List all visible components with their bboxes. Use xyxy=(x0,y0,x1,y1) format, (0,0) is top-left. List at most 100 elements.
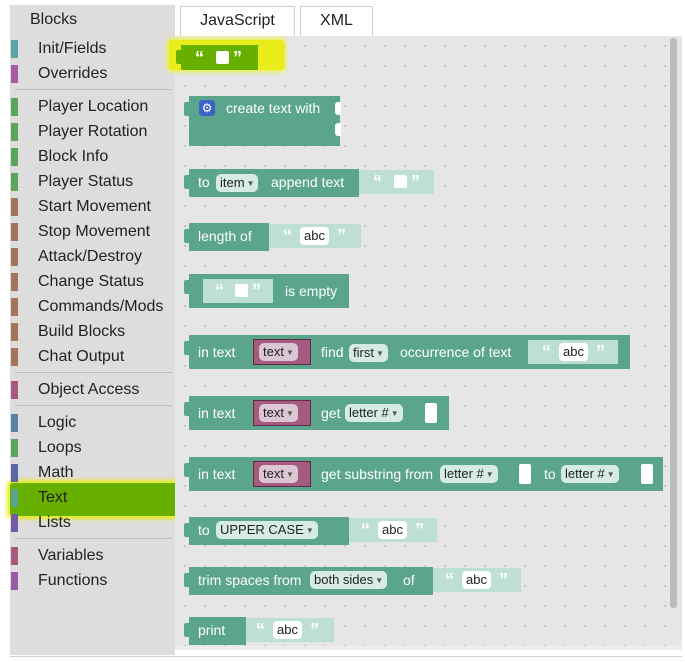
category-label: Block Info xyxy=(38,148,109,165)
letter-position-dropdown[interactable]: letter # ▼ xyxy=(345,404,403,422)
text-variable-block[interactable]: text ▼ xyxy=(253,461,311,487)
category-label: Commands/Mods xyxy=(38,298,164,315)
toolbox-category-build-blocks[interactable]: Build Blocks xyxy=(10,320,175,345)
toolbox-category-stop-movement[interactable]: Stop Movement xyxy=(10,220,175,245)
shadow-string-block[interactable]: “ abc ” xyxy=(528,340,618,364)
category-color-bar xyxy=(11,547,18,565)
category-label: Chat Output xyxy=(38,348,125,365)
toolbox-category-overrides[interactable]: Overrides xyxy=(10,62,175,87)
get-substring-block[interactable]: in text text ▼ get substring from letter … xyxy=(184,457,663,491)
toolbox-category-chat-output[interactable]: Chat Output xyxy=(10,345,175,370)
length-of-block[interactable]: length of xyxy=(184,223,269,251)
text-variable-block[interactable]: text ▼ xyxy=(253,339,311,365)
category-label: Stop Movement xyxy=(38,223,151,240)
toolbox-category-loops[interactable]: Loops xyxy=(10,436,175,461)
category-color-bar xyxy=(11,198,18,216)
shadow-string-block[interactable]: “ abc ” xyxy=(433,568,521,592)
toolbox-category-change-status[interactable]: Change Status xyxy=(10,270,175,295)
toolbox-separator xyxy=(15,89,172,90)
category-label: Functions xyxy=(38,572,108,589)
substring-from-dropdown[interactable]: letter # ▼ xyxy=(440,465,498,483)
category-label: Change Status xyxy=(38,273,144,290)
toolbox-category-attack-destroy[interactable]: Attack/Destroy xyxy=(10,245,175,270)
shadow-string-block[interactable]: “ abc ” xyxy=(269,224,361,248)
block-label: create text with xyxy=(226,100,321,116)
item-variable-dropdown[interactable]: item ▼ xyxy=(216,174,259,192)
toolbox-category-player-location[interactable]: Player Location xyxy=(10,95,175,120)
input-slot[interactable] xyxy=(425,403,437,423)
vertical-scrollbar[interactable] xyxy=(670,38,677,608)
category-label: Object Access xyxy=(38,381,140,398)
toolbox-category-lists[interactable]: Lists xyxy=(10,511,175,536)
toolbox-category-start-movement[interactable]: Start Movement xyxy=(10,195,175,220)
toolbox-category-commands-mods[interactable]: Commands/Mods xyxy=(10,295,175,320)
print-block[interactable]: print xyxy=(184,617,246,645)
toolbox-separator xyxy=(15,538,172,539)
toolbox-category-block-info[interactable]: Block Info xyxy=(10,145,175,170)
toolbox-category-variables[interactable]: Variables xyxy=(10,544,175,569)
append-text-block[interactable]: to item ▼ append text xyxy=(184,169,359,197)
toolbox-category-init-fields[interactable]: Init/Fields xyxy=(10,37,175,62)
category-color-bar xyxy=(11,489,18,507)
is-empty-block[interactable]: “ ” is empty xyxy=(184,274,349,308)
change-case-block[interactable]: to UPPER CASE ▼ xyxy=(184,517,349,545)
input-slot[interactable] xyxy=(519,464,531,484)
trim-sides-dropdown[interactable]: both sides ▼ xyxy=(310,571,388,589)
substring-to-dropdown[interactable]: letter # ▼ xyxy=(561,465,619,483)
category-label: Overrides xyxy=(38,65,108,82)
toolbox-separator xyxy=(15,405,172,406)
gear-icon[interactable]: ⚙ xyxy=(199,100,215,116)
category-color-bar xyxy=(11,348,18,366)
shadow-string-block[interactable]: “ abc ” xyxy=(349,518,437,542)
category-label: Start Movement xyxy=(38,198,151,215)
tab-xml[interactable]: XML xyxy=(300,6,373,37)
category-color-bar xyxy=(11,298,18,316)
category-label: Player Status xyxy=(38,173,134,190)
first-last-dropdown[interactable]: first ▼ xyxy=(349,344,388,362)
text-string-block[interactable]: “ ” xyxy=(176,45,258,70)
category-color-bar xyxy=(11,323,18,341)
category-color-bar xyxy=(11,514,18,532)
shadow-string-block[interactable]: “ abc ” xyxy=(246,618,334,642)
open-quote-icon: “ xyxy=(195,48,204,68)
tab-javascript[interactable]: JavaScript xyxy=(180,6,295,37)
category-label: Text xyxy=(38,489,68,506)
horizontal-scrollbar[interactable] xyxy=(175,646,682,650)
toolbox-category-functions[interactable]: Functions xyxy=(10,569,175,594)
find-occurrence-block[interactable]: in text text ▼ find first ▼ occurrence of … xyxy=(184,335,630,369)
text-variable-block[interactable]: text ▼ xyxy=(253,400,311,426)
toolbox-category-player-rotation[interactable]: Player Rotation xyxy=(10,120,175,145)
input-slot[interactable] xyxy=(641,464,653,484)
category-color-bar xyxy=(11,572,18,590)
category-label: Attack/Destroy xyxy=(38,248,143,265)
toolbox-category-object-access[interactable]: Object Access xyxy=(10,378,175,403)
case-mode-dropdown[interactable]: UPPER CASE ▼ xyxy=(216,521,318,539)
toolbox-category-logic[interactable]: Logic xyxy=(10,411,175,436)
category-label: Build Blocks xyxy=(38,323,126,340)
category-color-bar xyxy=(11,65,18,83)
close-quote-icon: ” xyxy=(233,48,242,68)
category-label: Player Location xyxy=(38,98,149,115)
category-label: Lists xyxy=(38,514,71,531)
category-label: Math xyxy=(38,464,74,481)
get-letter-block[interactable]: in text text ▼ get letter # ▼ xyxy=(184,396,449,430)
category-label: Logic xyxy=(38,414,77,431)
toolbox-title: Blocks xyxy=(30,11,78,28)
empty-string-field[interactable] xyxy=(216,51,229,64)
category-color-bar xyxy=(11,439,18,457)
category-color-bar xyxy=(11,273,18,291)
category-color-bar xyxy=(11,223,18,241)
toolbox-category-math[interactable]: Math xyxy=(10,461,175,486)
category-color-bar xyxy=(11,173,18,191)
toolbox-category-player-status[interactable]: Player Status xyxy=(10,170,175,195)
category-color-bar xyxy=(11,381,18,399)
category-label: Variables xyxy=(38,547,104,564)
shadow-string-block[interactable]: “ ” xyxy=(359,170,434,194)
trim-spaces-block[interactable]: trim spaces from both sides ▼ of xyxy=(184,567,433,595)
create-text-with-block[interactable]: ⚙ create text with xyxy=(184,96,341,146)
toolbox-category-text[interactable]: Text xyxy=(10,486,175,511)
category-color-bar xyxy=(11,98,18,116)
category-color-bar xyxy=(11,248,18,266)
shadow-string-block[interactable]: “ ” xyxy=(203,279,273,303)
category-label: Init/Fields xyxy=(38,40,107,57)
